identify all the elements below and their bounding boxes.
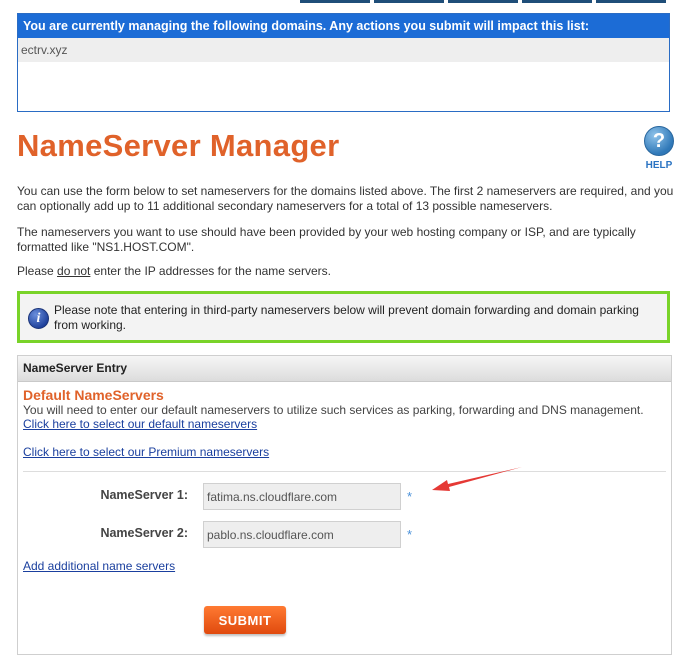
third-party-notice: i Please note that entering in third-par… <box>17 291 670 343</box>
nameserver-entry-panel: NameServer Entry Default NameServers You… <box>17 355 672 655</box>
select-premium-nameservers-link[interactable]: Click here to select our Premium nameser… <box>23 445 269 459</box>
nameserver-2-required-mark: * <box>407 527 413 542</box>
intro-paragraph-1: You can use the form below to set namese… <box>17 184 674 213</box>
nameserver-2-label: NameServer 2: <box>100 526 188 540</box>
top-nav-strip <box>0 0 686 4</box>
do-not-emphasis: do not <box>57 264 91 278</box>
intro-paragraph-3: Please do not enter the IP addresses for… <box>17 264 675 279</box>
managed-domains-box: You are currently managing the following… <box>17 13 670 112</box>
notice-text: Please note that entering in third-party… <box>54 303 639 332</box>
submit-button[interactable]: SUBMIT <box>204 606 286 634</box>
intro-p3-after: enter the IP addresses for the name serv… <box>90 264 331 278</box>
nameserver-1-input[interactable] <box>203 483 401 510</box>
nameserver-1-label: NameServer 1: <box>100 488 188 502</box>
nameserver-entry-header: NameServer Entry <box>18 356 671 382</box>
section-divider <box>23 471 666 472</box>
help-label: HELP <box>645 160 673 171</box>
domain-list-item: ectrv.xyz <box>18 38 669 62</box>
question-mark-icon: ? <box>644 126 674 156</box>
select-default-nameservers-link[interactable]: Click here to select our default nameser… <box>23 417 257 431</box>
intro-paragraph-2: The nameservers you want to use should h… <box>17 225 636 254</box>
add-additional-nameservers-link[interactable]: Add additional name servers <box>23 559 175 573</box>
page-title: NameServer Manager <box>17 128 340 163</box>
intro-p3-before: Please <box>17 264 58 278</box>
default-nameservers-title: Default NameServers <box>23 387 164 403</box>
nameserver-2-input[interactable] <box>203 521 401 548</box>
help-button[interactable]: ? HELP <box>642 126 676 171</box>
info-icon: i <box>28 308 49 329</box>
default-nameservers-description: You will need to enter our default names… <box>23 403 644 417</box>
managed-domains-header: You are currently managing the following… <box>18 14 669 38</box>
nameserver-1-required-mark: * <box>407 489 413 504</box>
